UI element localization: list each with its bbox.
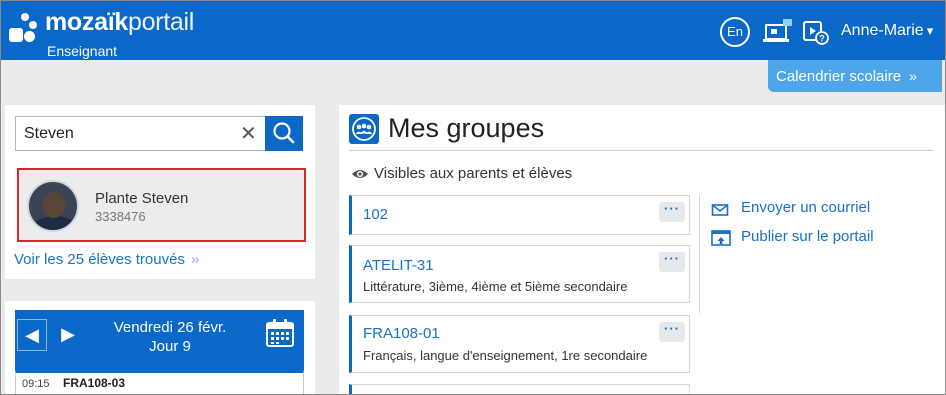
group-card-fra108-01[interactable]: FRA108-01 Français, langue d'enseignemen… [349, 315, 690, 373]
publish-portal-label: Publier sur le portail [741, 228, 874, 245]
day-date: Vendredi 26 févr. [113, 319, 227, 336]
group-options-button[interactable]: ··· [659, 322, 685, 342]
brand-bold: mozaïk [45, 8, 128, 36]
group-options-button[interactable]: ··· [659, 202, 685, 222]
top-bar: mozaïkportail Enseignant En ? Anne-Marie… [1, 1, 945, 60]
chevron-down-icon: ▾ [926, 23, 934, 38]
clear-search-icon[interactable]: ✕ [240, 121, 257, 146]
see-all-students-link[interactable]: Voir les 25 élèves trouvés » [14, 251, 199, 268]
student-search-input[interactable] [15, 116, 265, 151]
schedule-slot[interactable]: 09:15 FRA108-03 [15, 370, 304, 394]
group-card-102[interactable]: 102 ··· [349, 195, 690, 235]
schedule-course: FRA108-03 [63, 376, 126, 390]
publish-icon [711, 230, 731, 246]
calendar-icon[interactable] [265, 318, 295, 348]
group-description: Français, langue d'enseignement, 1re sec… [363, 348, 648, 363]
group-options-button[interactable]: ··· [659, 252, 685, 272]
envelope-icon [711, 204, 729, 216]
visibility-note: Visibles aux parents et élèves [351, 165, 572, 182]
group-name[interactable]: ATELIT-31 [363, 257, 434, 274]
student-name: Plante Steven [95, 190, 189, 207]
previous-day-button[interactable]: ◀ [17, 319, 47, 351]
next-day-button[interactable]: ▶ [53, 319, 83, 351]
school-calendar-label: Calendrier scolaire [776, 68, 902, 85]
schedule-time: 09:15 [22, 378, 50, 390]
brand-name[interactable]: mozaïkportail [45, 8, 194, 36]
search-button[interactable] [265, 116, 303, 151]
group-name[interactable]: 102 [363, 206, 388, 223]
app-window: mozaïkportail Enseignant En ? Anne-Marie… [0, 0, 946, 395]
student-avatar [27, 180, 79, 232]
day-title: Vendredi 26 févr. Jour 9 [85, 318, 255, 356]
student-result-card[interactable]: Plante Steven 3338476 [17, 168, 306, 242]
language-button[interactable]: En [720, 17, 750, 47]
actions-divider [699, 195, 700, 313]
send-email-label: Envoyer un courriel [741, 199, 871, 216]
video-help-icon[interactable]: ? [801, 17, 831, 47]
user-menu[interactable]: Anne-Marie ▾ [841, 22, 933, 40]
title-divider [349, 150, 933, 151]
search-icon [273, 122, 295, 144]
day-cycle-label: Jour 9 [149, 338, 191, 355]
role-label: Enseignant [47, 43, 118, 59]
student-number: 3338476 [95, 209, 146, 224]
mozaik-logo-icon[interactable] [9, 11, 37, 51]
user-name: Anne-Marie [841, 22, 924, 39]
group-description: Littérature, 3ième, 4ième et 5ième secon… [363, 279, 628, 294]
school-calendar-button[interactable]: Calendrier scolaire » [768, 60, 942, 92]
svg-text:?: ? [819, 34, 825, 44]
group-name[interactable]: FRA108-01 [363, 325, 440, 342]
chevron-right-icon: » [190, 251, 200, 268]
see-all-label: Voir les 25 élèves trouvés [14, 251, 185, 268]
group-card-atelit-31[interactable]: ATELIT-31 Littérature, 3ième, 4ième et 5… [349, 245, 690, 303]
group-card-partial[interactable] [349, 384, 690, 394]
remote-session-icon[interactable] [763, 17, 793, 47]
eye-icon [352, 170, 368, 178]
groups-icon [349, 114, 379, 144]
visibility-label: Visibles aux parents et élèves [374, 165, 573, 182]
chevron-right-icon: » [909, 68, 917, 84]
brand-light: portail [127, 8, 194, 36]
page-title: Mes groupes [388, 113, 545, 143]
